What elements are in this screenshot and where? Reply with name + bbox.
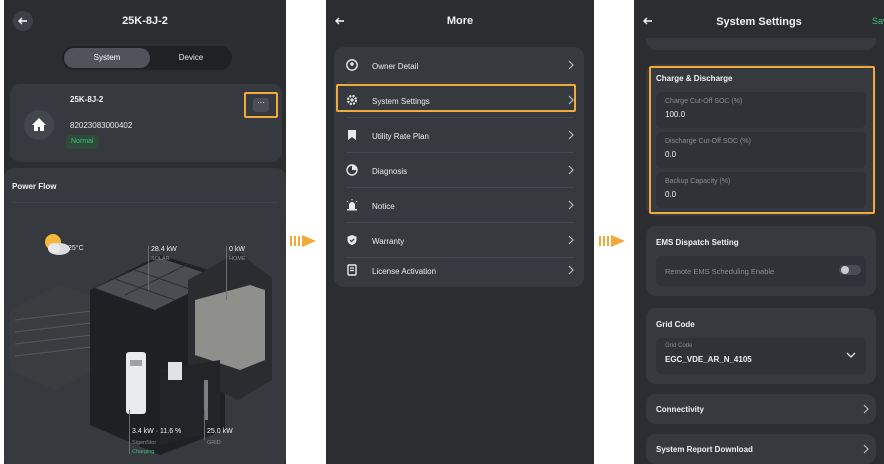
battery-label: SigenStor xyxy=(132,440,157,446)
chevron-right-icon xyxy=(863,404,869,414)
more-options-button[interactable]: ··· xyxy=(244,92,278,118)
menu-item-utility-rate-plan[interactable]: Utility Rate Plan xyxy=(334,118,584,152)
toggle-knob xyxy=(841,266,849,274)
page-title: More xyxy=(446,15,474,27)
divider xyxy=(12,202,278,203)
ems-toggle-row[interactable]: Remote EMS Scheduling Enable xyxy=(656,256,866,286)
report-download-label: System Report Download xyxy=(656,445,753,454)
home-connector xyxy=(226,246,227,300)
solar-connector xyxy=(148,246,149,290)
battery-status: Charging xyxy=(132,449,155,455)
serial-number: 82023083000402 xyxy=(70,121,133,130)
pie-icon xyxy=(346,164,358,176)
grid-value: 25.0 kW xyxy=(207,428,233,435)
home-value: 0 kW xyxy=(229,246,245,253)
section-tail xyxy=(646,38,876,50)
section-title: Grid Code xyxy=(656,320,695,329)
battery-connector xyxy=(129,410,130,454)
page-title: System Settings xyxy=(716,16,802,28)
alarm-icon xyxy=(346,199,358,211)
solar-value: 28.4 kW xyxy=(151,246,177,253)
menu-item-label: Diagnosis xyxy=(372,167,408,176)
highlight-frame xyxy=(649,66,875,214)
solar-label: SOLAR xyxy=(151,256,170,262)
ems-toggle[interactable] xyxy=(839,265,861,275)
house-illustration xyxy=(10,252,272,455)
home-screen: 25K-8J-2 System Device 25K-8J-2 82023083… xyxy=(4,0,286,464)
menu-item-label: Notice xyxy=(372,202,395,211)
chevron-right-icon xyxy=(568,60,574,70)
menu-item-label: Owner Detail xyxy=(372,62,419,71)
grid-code-select[interactable]: Grid Code EGC_VDE_AR_N_4105 xyxy=(656,338,866,374)
tab-system[interactable]: System xyxy=(64,48,150,68)
grid-label: GRID xyxy=(207,440,221,446)
chevron-right-icon xyxy=(568,165,574,175)
battery-value: 3.4 kW · 11.6 % xyxy=(132,428,182,435)
house-avatar xyxy=(24,110,54,140)
chevron-right-icon xyxy=(568,200,574,210)
menu-item-warranty[interactable]: Warranty xyxy=(334,223,584,257)
chevron-right-icon xyxy=(568,130,574,140)
power-flow-title: Power Flow xyxy=(12,182,57,191)
menu-item-diagnosis[interactable]: Diagnosis xyxy=(334,153,584,187)
connectivity-label: Connectivity xyxy=(656,405,705,414)
save-button[interactable]: Sav xyxy=(872,16,884,26)
ellipsis-icon: ··· xyxy=(253,98,269,112)
menu-item-label: Warranty xyxy=(372,237,405,246)
highlight-frame xyxy=(336,84,576,112)
menu-item-notice[interactable]: Notice xyxy=(334,188,584,222)
menu-item-label: Utility Rate Plan xyxy=(372,132,429,141)
field-label: Grid Code xyxy=(665,343,693,349)
home-label: HOME xyxy=(229,256,246,262)
view-switcher: System Device xyxy=(62,46,232,70)
menu-item-owner-detail[interactable]: Owner Detail xyxy=(334,48,584,82)
chevron-right-icon xyxy=(568,235,574,245)
house-icon xyxy=(32,118,46,131)
field-value: EGC_VDE_AR_N_4105 xyxy=(665,355,752,364)
section-title: EMS Dispatch Setting xyxy=(656,238,739,247)
license-icon xyxy=(347,264,357,276)
header: More xyxy=(326,0,594,44)
chevron-right-icon xyxy=(863,444,869,454)
menu-item-label: License Activation xyxy=(372,267,437,276)
chevron-down-icon xyxy=(846,352,856,358)
header: 25K-8J-2 xyxy=(4,0,286,44)
chevron-right-icon xyxy=(568,265,574,275)
tab-device[interactable]: Device xyxy=(152,48,230,68)
page-title: 25K-8J-2 xyxy=(122,15,168,27)
shield-icon xyxy=(347,235,357,245)
user-icon xyxy=(346,59,358,71)
more-menu: Owner Detail System Settings Utility Rat… xyxy=(334,47,584,287)
menu-item-license-activation[interactable]: License Activation xyxy=(334,253,584,287)
system-name: 25K-8J-2 xyxy=(70,95,104,104)
toggle-label: Remote EMS Scheduling Enable xyxy=(665,267,775,276)
more-screen: More Owner Detail System Settings Utilit… xyxy=(326,0,594,464)
status-badge: Normal xyxy=(66,135,99,149)
step-arrow-icon xyxy=(290,235,316,247)
bookmark-icon xyxy=(348,130,356,140)
grid-connector xyxy=(204,410,205,440)
step-arrow-icon xyxy=(599,235,625,247)
system-settings-screen: System Settings Sav Charge & Discharge C… xyxy=(634,0,884,464)
